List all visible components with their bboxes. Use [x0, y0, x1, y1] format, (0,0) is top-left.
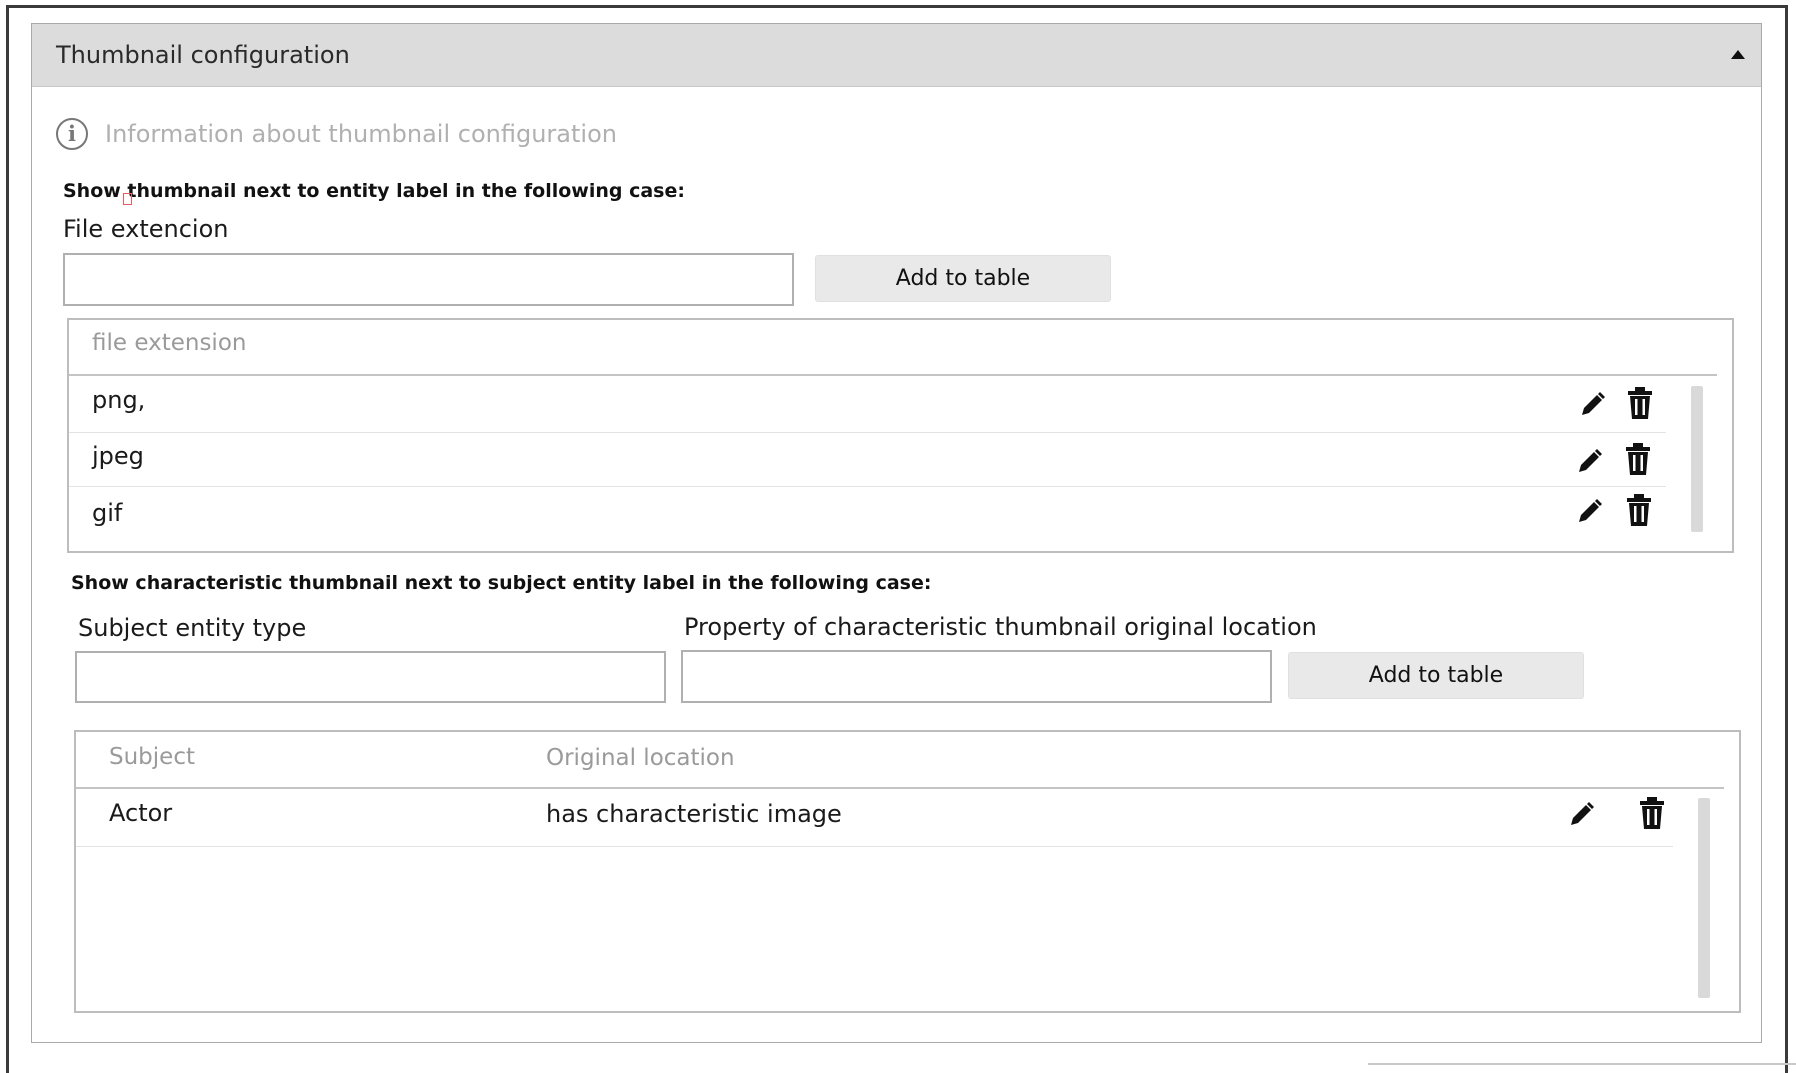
bottom-edge-line: [1368, 1063, 1796, 1065]
table-scrollbar[interactable]: [1691, 386, 1703, 532]
info-circle-icon[interactable]: i: [56, 118, 88, 150]
subject-entity-type-input[interactable]: [75, 651, 666, 703]
table-header-file-extension: file extension: [92, 330, 247, 356]
cell-extension: png,: [92, 386, 146, 414]
trash-icon[interactable]: [1625, 493, 1653, 526]
section2-title: Show characteristic thumbnail next to su…: [71, 572, 932, 594]
trash-icon[interactable]: [1626, 386, 1654, 419]
file-extension-table: file extension png, jpeg gif: [67, 318, 1734, 553]
add-to-table-button[interactable]: Add to table: [815, 255, 1111, 302]
section1-title: Show thumbnail next to entity label in t…: [63, 180, 685, 202]
subject-entity-type-label: Subject entity type: [78, 614, 307, 642]
panel-header[interactable]: Thumbnail configuration: [32, 24, 1761, 87]
property-location-label: Property of characteristic thumbnail ori…: [684, 613, 1317, 641]
trash-icon[interactable]: [1624, 442, 1652, 475]
pencil-icon[interactable]: [1567, 800, 1595, 830]
subject-location-table: Subject Original location Actor has char…: [74, 730, 1741, 1013]
panel-title: Thumbnail configuration: [56, 41, 350, 69]
file-extension-input[interactable]: [63, 253, 794, 306]
table-header-divider: [76, 787, 1724, 789]
add-to-table-button[interactable]: Add to table: [1288, 652, 1584, 699]
table-header-divider: [69, 374, 1717, 376]
table-header-original-location: Original location: [546, 745, 735, 771]
row-divider: [69, 432, 1666, 433]
table-header-subject: Subject: [109, 744, 195, 770]
cell-subject: Actor: [109, 799, 173, 827]
row-divider: [76, 846, 1673, 847]
pencil-icon[interactable]: [1578, 390, 1606, 420]
property-location-input[interactable]: [681, 650, 1272, 703]
caret-up-icon[interactable]: [1731, 50, 1745, 59]
spellcheck-marker: [123, 193, 132, 205]
table-scrollbar[interactable]: [1698, 798, 1710, 998]
pencil-icon[interactable]: [1575, 447, 1603, 477]
cell-extension: gif: [92, 499, 123, 527]
trash-icon[interactable]: [1638, 796, 1666, 829]
pencil-icon[interactable]: [1575, 497, 1603, 527]
info-text[interactable]: Information about thumbnail configuratio…: [105, 120, 617, 148]
cell-extension: jpeg: [92, 442, 144, 470]
row-divider: [69, 486, 1666, 487]
file-extension-label: File extencion: [63, 215, 229, 243]
cell-original-location: has characteristic image: [546, 800, 842, 828]
